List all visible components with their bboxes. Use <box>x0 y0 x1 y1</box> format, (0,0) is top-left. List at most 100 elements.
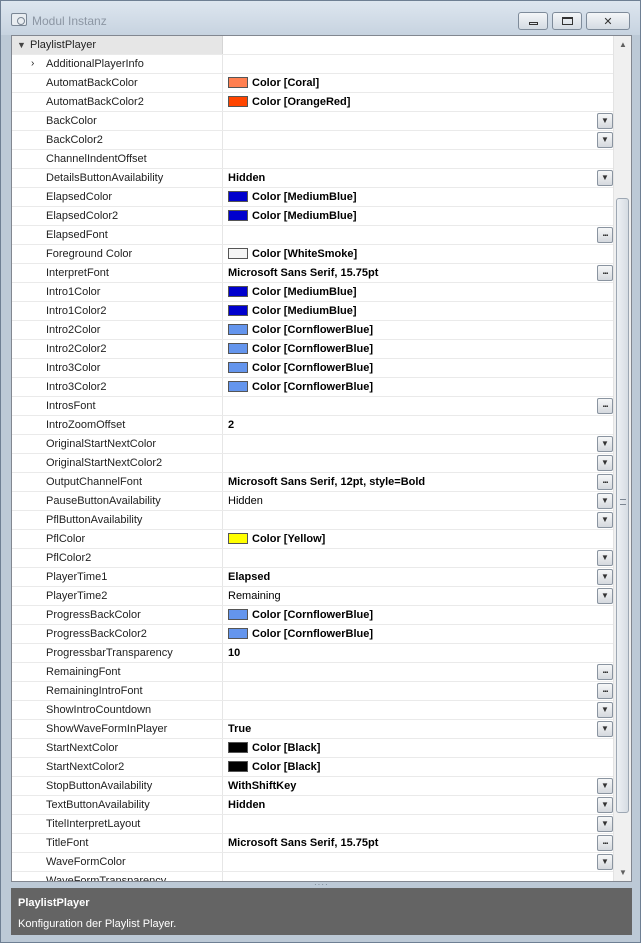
property-row-startnextcolor2[interactable]: StartNextColor2 Color [Black] <box>12 758 613 777</box>
property-name[interactable]: Intro1Color <box>12 283 223 301</box>
property-name[interactable]: OutputChannelFont <box>12 473 223 491</box>
ellipsis-button[interactable]: ... <box>597 265 613 281</box>
ellipsis-button[interactable]: ... <box>597 683 613 699</box>
property-row-waveformcolor[interactable]: WaveFormColor ▼ <box>12 853 613 872</box>
property-value[interactable] <box>224 872 613 881</box>
property-row-foreground-color[interactable]: Foreground Color Color [WhiteSmoke] <box>12 245 613 264</box>
maximize-button[interactable] <box>552 12 582 30</box>
property-name[interactable]: IntrosFont <box>12 397 223 415</box>
dropdown-arrow-icon[interactable]: ▼ <box>597 170 613 186</box>
property-name[interactable]: BackColor <box>12 112 223 130</box>
dropdown-arrow-icon[interactable]: ▼ <box>597 588 613 604</box>
property-value[interactable]: WithShiftKey ▼ <box>224 777 613 795</box>
property-name[interactable]: PauseButtonAvailability <box>12 492 223 510</box>
scroll-up-arrow-icon[interactable]: ▲ <box>615 36 631 53</box>
property-name[interactable]: ProgressBackColor2 <box>12 625 223 643</box>
property-name[interactable]: IntroZoomOffset <box>12 416 223 434</box>
property-value[interactable]: True ▼ <box>224 720 613 738</box>
property-name[interactable]: TitleFont <box>12 834 223 852</box>
property-name[interactable]: AutomatBackColor <box>12 74 223 92</box>
property-value[interactable]: Color [Black] <box>224 739 613 757</box>
property-name[interactable]: Foreground Color <box>12 245 223 263</box>
property-value[interactable]: Hidden ▼ <box>224 796 613 814</box>
property-name[interactable]: WaveFormColor <box>12 853 223 871</box>
property-value[interactable]: Color [CornflowerBlue] <box>224 359 613 377</box>
property-name[interactable]: › AdditionalPlayerInfo <box>12 55 223 73</box>
dropdown-arrow-icon[interactable]: ▼ <box>597 797 613 813</box>
property-row-playertime2[interactable]: PlayerTime2 Remaining ▼ <box>12 587 613 606</box>
dropdown-arrow-icon[interactable]: ▼ <box>597 778 613 794</box>
property-row-backcolor[interactable]: BackColor ▼ <box>12 112 613 131</box>
property-name[interactable]: Intro2Color <box>12 321 223 339</box>
scroll-thumb[interactable] <box>616 198 629 813</box>
dropdown-arrow-icon[interactable]: ▼ <box>597 854 613 870</box>
property-name[interactable]: ElapsedColor <box>12 188 223 206</box>
property-value[interactable]: Hidden ▼ <box>224 492 613 510</box>
property-row-automatbackcolor2[interactable]: AutomatBackColor2 Color [OrangeRed] <box>12 93 613 112</box>
property-row-outputchannelfont[interactable]: OutputChannelFont Microsoft Sans Serif, 1… <box>12 473 613 492</box>
property-name[interactable]: ProgressBackColor <box>12 606 223 624</box>
property-value[interactable]: ... <box>224 682 613 700</box>
property-row-intro3color2[interactable]: Intro3Color2 Color [CornflowerBlue] <box>12 378 613 397</box>
property-row-pflcolor[interactable]: PflColor Color [Yellow] <box>12 530 613 549</box>
property-value[interactable]: ... <box>224 397 613 415</box>
property-name[interactable]: Intro1Color2 <box>12 302 223 320</box>
property-row-originalstartnextcolor[interactable]: OriginalStartNextColor ▼ <box>12 435 613 454</box>
property-value[interactable]: Color [CornflowerBlue] <box>224 378 613 396</box>
property-row-intro2color2[interactable]: Intro2Color2 Color [CornflowerBlue] <box>12 340 613 359</box>
property-value[interactable]: ▼ <box>224 701 613 719</box>
property-row-remainingfont[interactable]: RemainingFont... <box>12 663 613 682</box>
property-name[interactable]: ShowIntroCountdown <box>12 701 223 719</box>
property-name[interactable]: DetailsButtonAvailability <box>12 169 223 187</box>
property-row-showwaveforminplayer[interactable]: ShowWaveFormInPlayer True ▼ <box>12 720 613 739</box>
ellipsis-button[interactable]: ... <box>597 398 613 414</box>
property-row-detailsbuttonavailability[interactable]: DetailsButtonAvailability Hidden ▼ <box>12 169 613 188</box>
property-value[interactable]: ▼ <box>224 815 613 833</box>
property-name[interactable]: StartNextColor <box>12 739 223 757</box>
ellipsis-button[interactable]: ... <box>597 474 613 490</box>
property-value[interactable]: Color [MediumBlue] <box>224 302 613 320</box>
property-name[interactable]: Intro3Color2 <box>12 378 223 396</box>
dropdown-arrow-icon[interactable]: ▼ <box>597 512 613 528</box>
property-row-pausebuttonavailability[interactable]: PauseButtonAvailability Hidden ▼ <box>12 492 613 511</box>
property-value[interactable]: Color [CornflowerBlue] <box>224 321 613 339</box>
property-value[interactable]: Microsoft Sans Serif, 15.75pt... <box>224 264 613 282</box>
property-name[interactable]: ProgressbarTransparency <box>12 644 223 662</box>
dropdown-arrow-icon[interactable]: ▼ <box>597 702 613 718</box>
property-value[interactable]: Color [MediumBlue] <box>224 207 613 225</box>
property-name[interactable]: ElapsedFont <box>12 226 223 244</box>
ellipsis-button[interactable]: ... <box>597 227 613 243</box>
property-name[interactable]: PlayerTime2 <box>12 587 223 605</box>
category-row-playlistplayer[interactable]: ▼ PlaylistPlayer <box>12 36 613 55</box>
property-name[interactable]: TitelInterpretLayout <box>12 815 223 833</box>
expand-chevron-icon[interactable]: › <box>31 55 34 73</box>
property-name[interactable]: StopButtonAvailability <box>12 777 223 795</box>
property-value[interactable]: ▼ <box>224 112 613 130</box>
title-bar[interactable]: Modul Instanz ✕ <box>1 1 640 35</box>
property-row-interpretfont[interactable]: InterpretFont Microsoft Sans Serif, 15.75… <box>12 264 613 283</box>
ellipsis-button[interactable]: ... <box>597 664 613 680</box>
scroll-down-arrow-icon[interactable]: ▼ <box>615 864 631 881</box>
property-name[interactable]: StartNextColor2 <box>12 758 223 776</box>
property-row-titlefont[interactable]: TitleFont Microsoft Sans Serif, 15.75pt..… <box>12 834 613 853</box>
property-value[interactable]: Color [Coral] <box>224 74 613 92</box>
property-name[interactable]: TextButtonAvailability <box>12 796 223 814</box>
property-name[interactable]: RemainingFont <box>12 663 223 681</box>
dropdown-arrow-icon[interactable]: ▼ <box>597 569 613 585</box>
close-button[interactable]: ✕ <box>586 12 630 30</box>
property-name[interactable]: PlayerTime1 <box>12 568 223 586</box>
vertical-scrollbar[interactable]: ▲ ▼ <box>613 36 631 881</box>
property-row-elapsedcolor[interactable]: ElapsedColor Color [MediumBlue] <box>12 188 613 207</box>
property-row-elapsedcolor2[interactable]: ElapsedColor2 Color [MediumBlue] <box>12 207 613 226</box>
property-row-waveformtransparency[interactable]: WaveFormTransparency <box>12 872 613 881</box>
property-row-channelindentoffset[interactable]: ChannelIndentOffset <box>12 150 613 169</box>
ellipsis-button[interactable]: ... <box>597 835 613 851</box>
property-name[interactable]: ElapsedColor2 <box>12 207 223 225</box>
property-name[interactable]: PflColor2 <box>12 549 223 567</box>
property-value[interactable]: Color [Yellow] <box>224 530 613 548</box>
dropdown-arrow-icon[interactable]: ▼ <box>597 816 613 832</box>
property-value[interactable]: Hidden ▼ <box>224 169 613 187</box>
dropdown-arrow-icon[interactable]: ▼ <box>597 721 613 737</box>
property-name[interactable]: Intro3Color <box>12 359 223 377</box>
property-value[interactable]: Color [Black] <box>224 758 613 776</box>
